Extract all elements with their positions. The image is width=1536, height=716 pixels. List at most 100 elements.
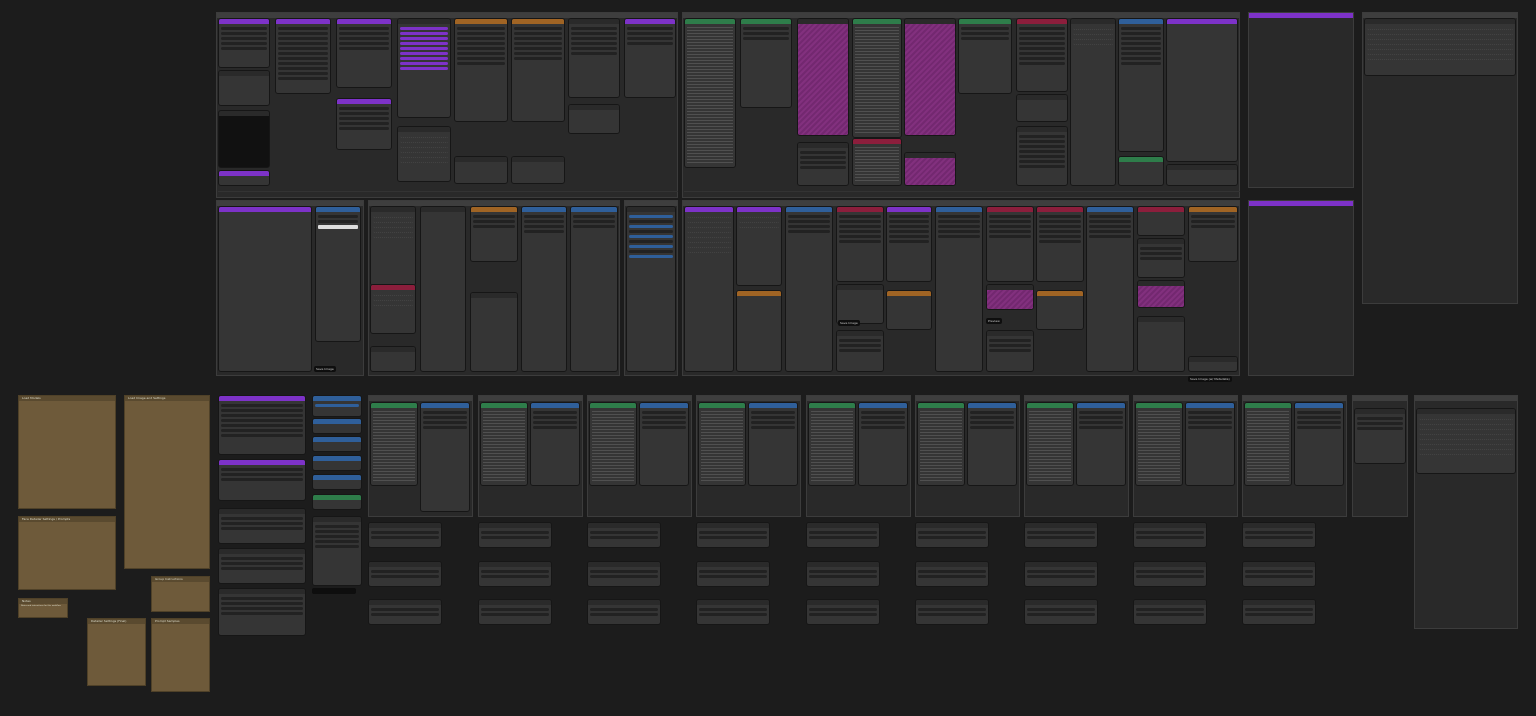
lora-a-2[interactable] — [587, 522, 661, 548]
lora-b-8[interactable] — [1242, 561, 1316, 587]
node-upscale-orange[interactable] — [470, 206, 518, 262]
node-loader-2[interactable] — [218, 459, 306, 501]
detailer-prompt-6[interactable] — [1026, 402, 1074, 486]
status-chip-1[interactable]: Save Image — [314, 366, 336, 372]
node-upscale-c[interactable] — [420, 206, 466, 372]
node-magenta-2[interactable] — [904, 18, 956, 136]
node-blue-4[interactable] — [312, 455, 362, 471]
lora-c-7[interactable] — [1133, 599, 1207, 625]
node-save-image-1[interactable] — [315, 206, 361, 342]
detailer-prompt-7[interactable] — [1135, 402, 1183, 486]
lora-b-4[interactable] — [806, 561, 880, 587]
lora-c-4[interactable] — [806, 599, 880, 625]
node-settings-1[interactable] — [275, 18, 331, 94]
lora-b-6[interactable] — [1024, 561, 1098, 587]
node-loader-4[interactable] — [218, 548, 306, 584]
detailer-prompt-0[interactable] — [370, 402, 418, 486]
detailer-main-5[interactable] — [967, 402, 1017, 486]
lora-c-3[interactable] — [696, 599, 770, 625]
lora-b-1[interactable] — [478, 561, 552, 587]
node-face-k[interactable] — [1188, 206, 1238, 262]
lora-a-4[interactable] — [806, 522, 880, 548]
node-face-d-3[interactable] — [836, 330, 884, 372]
node-detailer-1[interactable] — [797, 142, 849, 186]
lora-c-8[interactable] — [1242, 599, 1316, 625]
node-magenta-3[interactable] — [904, 152, 956, 186]
node-col-a[interactable] — [1070, 18, 1116, 186]
lora-c-5[interactable] — [915, 599, 989, 625]
node-upscale-f[interactable] — [570, 206, 618, 372]
node-text-green[interactable] — [684, 18, 736, 168]
node-text-green-2[interactable] — [740, 18, 792, 108]
node-face-g-magenta[interactable] — [986, 284, 1034, 310]
node-face-e[interactable] — [886, 206, 932, 282]
node-red-settings[interactable] — [1016, 18, 1068, 92]
node-col-c[interactable] — [1166, 18, 1238, 162]
status-chip-4[interactable]: Save Image (w/ Metadata) — [1188, 376, 1232, 382]
node-dots-list[interactable] — [1016, 126, 1068, 186]
lora-a-1[interactable] — [478, 522, 552, 548]
node-final-save[interactable] — [1416, 408, 1516, 474]
node-face-j-magenta[interactable] — [1137, 280, 1185, 308]
detailer-prompt-2[interactable] — [589, 402, 637, 486]
node-face-b-orange[interactable] — [736, 290, 782, 372]
node-face-d[interactable] — [836, 206, 884, 282]
node-face-j[interactable] — [1137, 206, 1185, 236]
lora-a-6[interactable] — [1024, 522, 1098, 548]
lora-b-3[interactable] — [696, 561, 770, 587]
note-group-instr[interactable]: Group Instructions — [151, 576, 210, 612]
detailer-main-6[interactable] — [1076, 402, 1126, 486]
node-upscale-a[interactable] — [370, 206, 416, 286]
node-upscale-b[interactable] — [370, 346, 416, 372]
lora-c-1[interactable] — [478, 599, 552, 625]
lora-a-5[interactable] — [915, 522, 989, 548]
node-large-purple[interactable] — [218, 206, 312, 372]
lora-b-7[interactable] — [1133, 561, 1207, 587]
node-face-e-orange[interactable] — [886, 290, 932, 330]
node-face-b[interactable] — [736, 206, 782, 286]
node-ksampler-2[interactable] — [568, 104, 620, 134]
node-face-h[interactable] — [1036, 206, 1084, 282]
node-mid-3[interactable] — [1016, 94, 1068, 122]
node-settings-2[interactable] — [336, 18, 392, 88]
node-small-1[interactable] — [218, 70, 270, 106]
detailer-main-4[interactable] — [858, 402, 908, 486]
lora-b-5[interactable] — [915, 561, 989, 587]
node-face-a[interactable] — [684, 206, 734, 372]
node-face-h-orange[interactable] — [1036, 290, 1084, 330]
node-col-c-2[interactable] — [1166, 164, 1238, 186]
node-mid-1[interactable] — [454, 156, 508, 184]
lora-a-3[interactable] — [696, 522, 770, 548]
node-prompt-orange-2[interactable] — [511, 18, 565, 122]
lora-c-6[interactable] — [1024, 599, 1098, 625]
node-face-i[interactable] — [1086, 206, 1134, 372]
node-prompt-orange[interactable] — [454, 18, 508, 122]
note-load-image[interactable]: Load Image and Settings — [124, 395, 210, 569]
node-face-d-2[interactable] — [836, 284, 884, 324]
detailer-main-8[interactable] — [1294, 402, 1344, 486]
node-ksampler-1[interactable] — [568, 18, 620, 98]
note-detailer-final[interactable]: Detailer Settings (Final) — [87, 618, 146, 686]
status-chip-3[interactable]: Preview — [986, 318, 1002, 324]
group-row2-e[interactable] — [1248, 200, 1354, 376]
lora-a-8[interactable] — [1242, 522, 1316, 548]
node-green-short[interactable] — [312, 494, 362, 510]
node-col-b[interactable] — [1118, 18, 1164, 152]
node-text-block[interactable] — [852, 18, 902, 138]
detailer-main-7[interactable] — [1185, 402, 1235, 486]
detailer-prompt-4[interactable] — [808, 402, 856, 486]
node-blue-list[interactable] — [626, 206, 676, 372]
node-upscale-d[interactable] — [470, 292, 518, 372]
node-face-k-2[interactable] — [1188, 356, 1238, 372]
chip-bottom[interactable] — [312, 588, 356, 594]
detailer-prompt-5[interactable] — [917, 402, 965, 486]
node-lower-1[interactable] — [397, 126, 451, 182]
node-col-b-2[interactable] — [1118, 156, 1164, 186]
lora-a-0[interactable] — [368, 522, 442, 548]
node-blue-5[interactable] — [312, 474, 362, 490]
lora-b-2[interactable] — [587, 561, 661, 587]
node-preview-dark[interactable] — [218, 110, 270, 168]
node-face-j-2[interactable] — [1137, 238, 1185, 278]
node-loader-5[interactable] — [218, 588, 306, 636]
node-purple-list[interactable] — [397, 18, 451, 118]
